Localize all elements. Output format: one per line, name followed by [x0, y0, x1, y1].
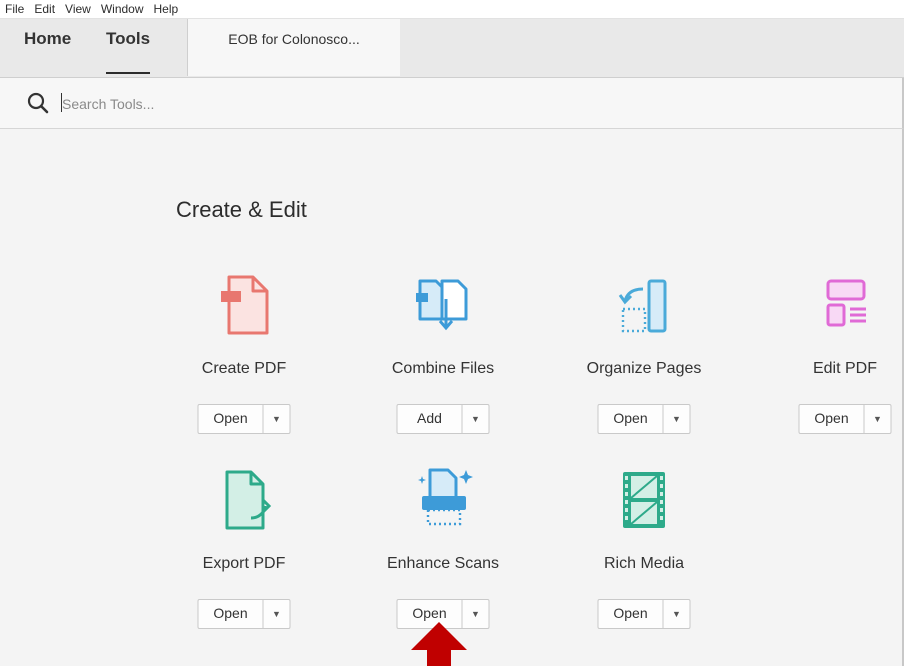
open-button-group: Open ▼	[597, 404, 691, 434]
nav-home[interactable]: Home	[24, 19, 71, 77]
document-tab[interactable]: EOB for Colonosco...	[187, 19, 401, 76]
open-button-group: Open ▼	[197, 599, 291, 629]
tool-label: Edit PDF	[812, 360, 877, 377]
text-caret	[61, 93, 62, 112]
combine-files-icon[interactable]	[408, 271, 478, 341]
organize-pages-icon[interactable]	[609, 271, 679, 341]
tool-label: Combine Files	[391, 360, 495, 377]
active-tab-indicator	[106, 72, 151, 74]
menu-window[interactable]: Window	[96, 0, 149, 18]
open-button-group: Open ▼	[798, 404, 892, 434]
tool-rich-media: Rich Media Open ▼	[564, 466, 724, 656]
nav-tools[interactable]: Tools	[106, 19, 151, 77]
chevron-down-icon[interactable]: ▼	[264, 405, 290, 433]
tool-organize-pages: Organize Pages Open ▼	[564, 271, 724, 461]
enhance-scans-icon[interactable]	[408, 466, 478, 536]
annotation-arrow-icon	[411, 622, 467, 666]
tool-combine-files: Combine Files Add ▼	[363, 271, 523, 461]
chevron-down-icon[interactable]: ▼	[865, 405, 891, 433]
tool-label: Organize Pages	[586, 360, 702, 377]
menu-view[interactable]: View	[60, 0, 96, 18]
search-tools-input[interactable]	[60, 90, 464, 118]
open-button-group: Open ▼	[597, 599, 691, 629]
tool-export-pdf: Export PDF Open ▼	[164, 466, 324, 656]
menu-bar: File Edit View Window Help	[0, 0, 904, 19]
tab-bar-empty-area	[400, 19, 904, 77]
top-nav-bar: Home Tools EOB for Colonosco...	[0, 19, 904, 78]
section-title: Create & Edit	[176, 197, 307, 222]
tool-label: Rich Media	[603, 555, 685, 572]
search-icon[interactable]	[27, 92, 49, 114]
tool-label: Enhance Scans	[386, 555, 500, 572]
chevron-down-icon[interactable]: ▼	[463, 405, 489, 433]
tool-create-pdf: Create PDF Open ▼	[164, 271, 324, 461]
nav-tools-label: Tools	[106, 29, 151, 48]
chevron-down-icon[interactable]: ▼	[664, 405, 690, 433]
add-button-group: Add ▼	[396, 404, 490, 434]
export-pdf-open-button[interactable]: Open	[199, 600, 264, 628]
search-bar	[0, 78, 904, 129]
combine-files-add-button[interactable]: Add	[398, 405, 463, 433]
edit-pdf-open-button[interactable]: Open	[800, 405, 865, 433]
tool-edit-pdf: Edit PDF Open ▼	[765, 271, 904, 461]
create-pdf-icon[interactable]	[209, 271, 279, 341]
menu-file[interactable]: File	[0, 0, 29, 18]
organize-pages-open-button[interactable]: Open	[599, 405, 664, 433]
rich-media-open-button[interactable]: Open	[599, 600, 664, 628]
menu-help[interactable]: Help	[149, 0, 184, 18]
chevron-down-icon[interactable]: ▼	[264, 600, 290, 628]
export-pdf-icon[interactable]	[209, 466, 279, 536]
chevron-down-icon[interactable]: ▼	[664, 600, 690, 628]
tool-label: Export PDF	[202, 555, 286, 572]
menu-edit[interactable]: Edit	[29, 0, 60, 18]
edit-pdf-icon[interactable]	[810, 271, 880, 341]
create-pdf-open-button[interactable]: Open	[199, 405, 264, 433]
open-button-group: Open ▼	[197, 404, 291, 434]
tool-label: Create PDF	[201, 360, 287, 377]
rich-media-icon[interactable]	[609, 466, 679, 536]
